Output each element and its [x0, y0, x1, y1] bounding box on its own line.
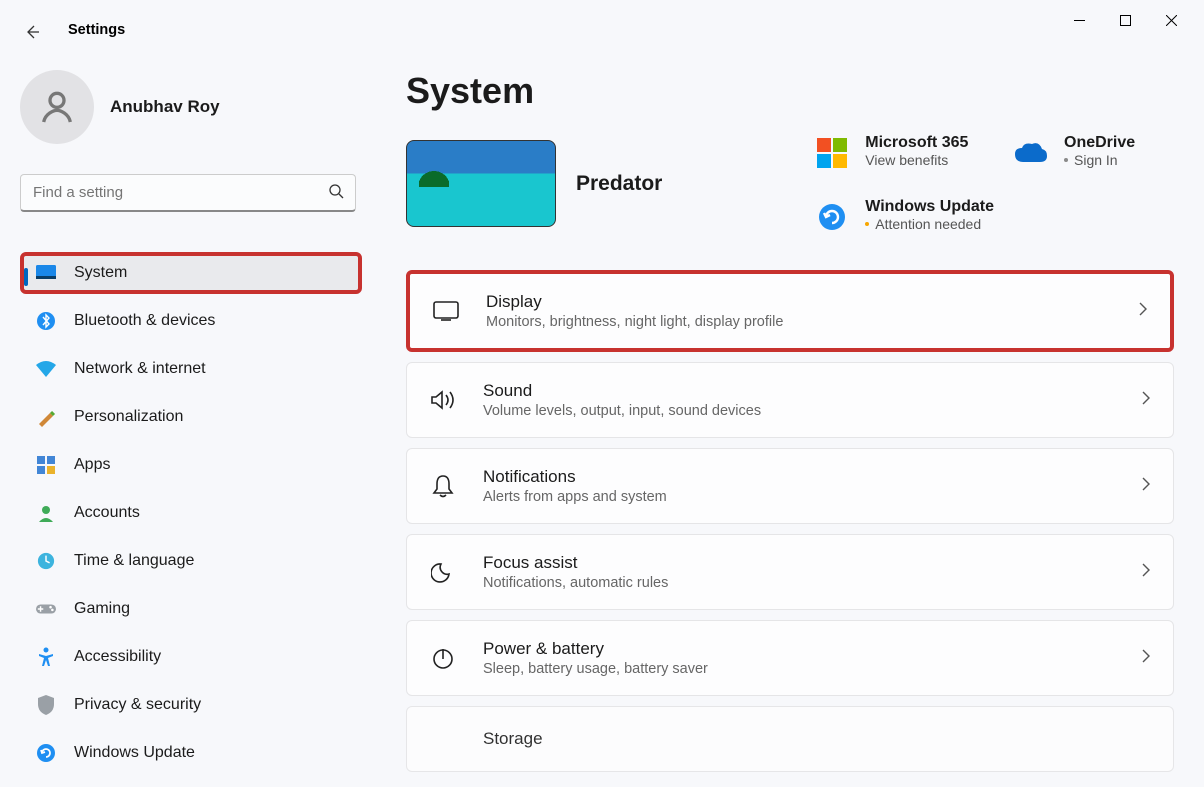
sidebar-item-time[interactable]: Time & language [20, 540, 358, 582]
sidebar-item-network[interactable]: Network & internet [20, 348, 358, 390]
maximize-button[interactable] [1102, 4, 1148, 36]
search-input[interactable] [20, 174, 356, 212]
card-sub: Alerts from apps and system [483, 489, 1115, 505]
onedrive-icon [1014, 136, 1048, 170]
page-title: System [406, 70, 1174, 112]
device-name: Predator [576, 172, 662, 196]
stat-microsoft365[interactable]: Microsoft 365 View benefits [815, 134, 994, 170]
sidebar-item-accounts[interactable]: Accounts [20, 492, 358, 534]
card-focus-assist[interactable]: Focus assist Notifications, automatic ru… [406, 534, 1174, 610]
avatar [20, 70, 94, 144]
notifications-icon [429, 472, 457, 500]
sidebar-item-system[interactable]: System [20, 252, 362, 294]
card-sound[interactable]: Sound Volume levels, output, input, soun… [406, 362, 1174, 438]
update-icon [36, 743, 56, 763]
chevron-right-icon [1138, 301, 1148, 322]
card-display[interactable]: Display Monitors, brightness, night ligh… [406, 270, 1174, 352]
sidebar-item-privacy[interactable]: Privacy & security [20, 684, 358, 726]
focus-icon [429, 558, 457, 586]
search-icon [328, 183, 344, 204]
settings-list: Display Monitors, brightness, night ligh… [406, 270, 1174, 772]
card-sub: Monitors, brightness, night light, displ… [486, 314, 1112, 330]
device-wallpaper [406, 140, 556, 227]
personalization-icon [36, 407, 56, 427]
card-title: Power & battery [483, 639, 1115, 659]
stat-title: Microsoft 365 [865, 134, 968, 152]
sidebar-item-label: Personalization [74, 408, 183, 426]
accessibility-icon [36, 647, 56, 667]
minimize-button[interactable] [1056, 4, 1102, 36]
search-container [20, 174, 356, 212]
sidebar-item-accessibility[interactable]: Accessibility [20, 636, 358, 678]
card-title: Display [486, 292, 1112, 312]
card-sub: Sleep, battery usage, battery saver [483, 661, 1115, 677]
time-icon [36, 551, 56, 571]
stat-sub: Sign In [1064, 152, 1135, 168]
sidebar-item-label: Apps [74, 456, 110, 474]
chevron-right-icon [1141, 476, 1151, 497]
sidebar-item-label: Accounts [74, 504, 140, 522]
card-storage[interactable]: Storage [406, 706, 1174, 772]
sidebar-nav: System Bluetooth & devices Network & int… [20, 252, 354, 780]
card-sub: Notifications, automatic rules [483, 575, 1115, 591]
stat-sub: Attention needed [865, 216, 994, 232]
sidebar-item-apps[interactable]: Apps [20, 444, 358, 486]
user-profile[interactable]: Anubhav Roy [20, 70, 354, 144]
card-title: Storage [483, 729, 1151, 749]
sidebar-item-personalization[interactable]: Personalization [20, 396, 358, 438]
stat-onedrive[interactable]: OneDrive Sign In [1014, 134, 1174, 170]
attention-dot-icon [865, 222, 869, 226]
device-info[interactable]: Predator [406, 140, 662, 227]
card-title: Focus assist [483, 553, 1115, 573]
stat-title: Windows Update [865, 198, 994, 216]
gaming-icon [36, 599, 56, 619]
card-notifications[interactable]: Notifications Alerts from apps and syste… [406, 448, 1174, 524]
sidebar-item-label: System [74, 264, 127, 282]
chevron-right-icon [1141, 648, 1151, 669]
sidebar-item-label: Time & language [74, 552, 194, 570]
sidebar-item-label: Gaming [74, 600, 130, 618]
sidebar-item-update[interactable]: Windows Update [20, 732, 358, 774]
stat-sub: View benefits [865, 152, 968, 168]
system-icon [36, 263, 56, 283]
close-button[interactable] [1148, 4, 1194, 36]
windows-update-icon [815, 200, 849, 234]
sidebar-item-label: Network & internet [74, 360, 206, 378]
stat-windows-update[interactable]: Windows Update Attention needed [815, 198, 994, 234]
sidebar-item-label: Bluetooth & devices [74, 312, 215, 330]
back-button[interactable] [22, 22, 42, 42]
window-title: Settings [68, 22, 125, 38]
sidebar-item-bluetooth[interactable]: Bluetooth & devices [20, 300, 358, 342]
profile-name: Anubhav Roy [110, 97, 220, 117]
sound-icon [429, 386, 457, 414]
accounts-icon [36, 503, 56, 523]
card-title: Notifications [483, 467, 1115, 487]
stat-title: OneDrive [1064, 134, 1135, 152]
card-sub: Volume levels, output, input, sound devi… [483, 403, 1115, 419]
sidebar-item-label: Accessibility [74, 648, 161, 666]
sidebar-item-label: Privacy & security [74, 696, 201, 714]
storage-icon [429, 725, 457, 753]
network-icon [36, 359, 56, 379]
privacy-icon [36, 695, 56, 715]
display-icon [432, 297, 460, 325]
card-power-battery[interactable]: Power & battery Sleep, battery usage, ba… [406, 620, 1174, 696]
sidebar-item-label: Windows Update [74, 744, 195, 762]
bluetooth-icon [36, 311, 56, 331]
card-title: Sound [483, 381, 1115, 401]
status-dot-icon [1064, 158, 1068, 162]
sidebar-item-gaming[interactable]: Gaming [20, 588, 358, 630]
power-icon [429, 644, 457, 672]
apps-icon [36, 455, 56, 475]
chevron-right-icon [1141, 562, 1151, 583]
microsoft-logo-icon [815, 136, 849, 170]
chevron-right-icon [1141, 390, 1151, 411]
